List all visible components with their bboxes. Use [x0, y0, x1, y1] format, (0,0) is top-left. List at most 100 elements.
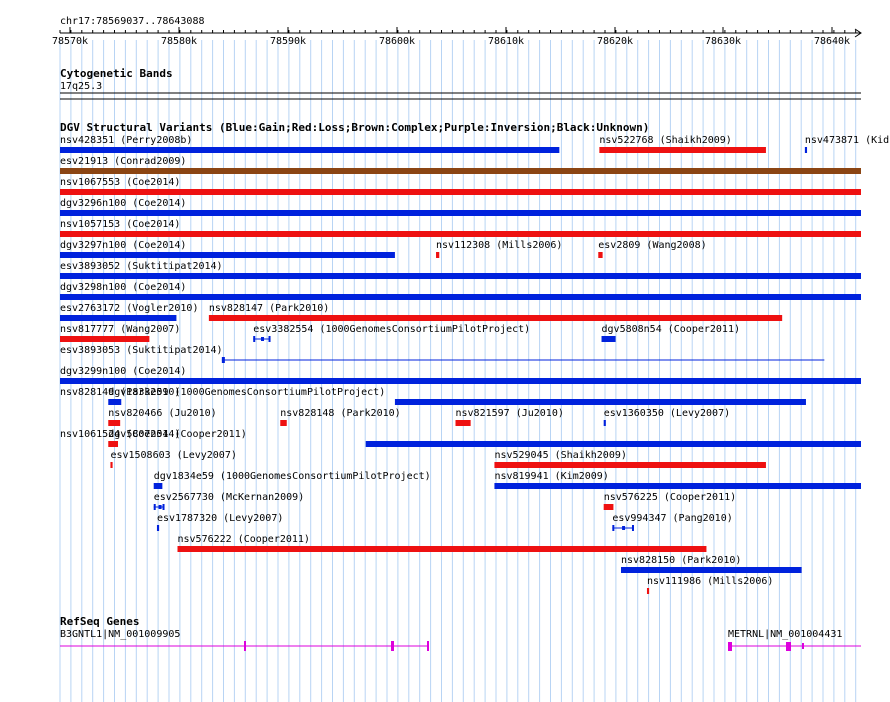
dgv-feature-label[interactable]: nsv820466 (Ju2010) [108, 408, 216, 419]
dgv-feature-bar[interactable] [280, 420, 287, 426]
dgv-feature-label[interactable]: nsv828150 (Park2010) [621, 555, 741, 566]
dgv-feature-bar[interactable] [603, 504, 614, 510]
dgv-feature-label[interactable]: dgv1834e59 (1000GenomesConsortiumPilotPr… [154, 471, 431, 482]
dgv-feature[interactable]: esv2809 (Wang2008) [598, 240, 707, 258]
dgv-feature-bar[interactable] [60, 315, 177, 321]
dgv-feature-bar[interactable] [108, 399, 122, 405]
dgv-feature-bar[interactable] [153, 504, 156, 510]
dgv-feature-bar[interactable] [494, 483, 861, 489]
dgv-feature-bar[interactable] [60, 294, 861, 300]
dgv-feature-label[interactable]: dgv5808n54 (Cooper2011) [602, 324, 740, 335]
dgv-feature-bar[interactable] [261, 337, 265, 341]
dgv-feature-bar[interactable] [599, 147, 766, 153]
dgv-feature-label[interactable]: esv1508603 (Levy2007) [110, 450, 236, 461]
dgv-feature-bar[interactable] [60, 168, 861, 174]
dgv-feature[interactable]: nsv817777 (Wang2007) [60, 324, 180, 342]
dgv-feature[interactable]: nsv828149 (Park2010) [60, 387, 806, 405]
dgv-feature-bar[interactable] [268, 336, 271, 342]
dgv-feature[interactable]: esv3893053 (Suktitipat2014) [60, 345, 825, 363]
dgv-feature[interactable]: nsv820466 (Ju2010) [108, 408, 217, 426]
dgv-feature-bar[interactable] [60, 189, 861, 195]
dgv-feature-bar[interactable] [156, 525, 160, 531]
dgv-feature-bar[interactable] [365, 441, 861, 447]
dgv-feature[interactable]: dgv1834e59 (1000GenomesConsortiumPilotPr… [153, 471, 431, 489]
dgv-feature-label[interactable]: nsv821597 (Ju2010) [455, 408, 563, 419]
dgv-feature[interactable]: nsv428351 (Perry2008b) [60, 135, 560, 153]
dgv-feature[interactable]: nsv522768 (Shaikh2009) [599, 135, 766, 153]
dgv-feature[interactable]: nsv828148 (Park2010) [280, 408, 401, 426]
dgv-feature-label[interactable]: nsv112308 (Mills2006) [436, 240, 562, 251]
dgv-feature-bar[interactable] [436, 252, 440, 258]
dgv-feature-label[interactable]: nsv828148 (Park2010) [280, 408, 400, 419]
dgv-feature[interactable]: nsv1067553 (Coe2014) [60, 177, 861, 195]
dgv-feature-label[interactable]: esv3893052 (Suktitipat2014) [60, 261, 223, 272]
dgv-feature-label[interactable]: nsv576222 (Cooper2011) [178, 534, 310, 545]
dgv-feature[interactable]: esv994347 (Pang2010) [612, 513, 733, 531]
dgv-feature-label[interactable]: esv994347 (Pang2010) [612, 513, 732, 524]
dgv-feature[interactable]: esv1787320 (Levy2007) [156, 513, 283, 531]
dgv-feature[interactable]: nsv821597 (Ju2010) [455, 408, 564, 426]
dgv-feature-bar[interactable] [60, 336, 150, 342]
dgv-feature[interactable]: esv2763172 (Vogler2010) [60, 303, 198, 321]
dgv-feature-bar[interactable] [631, 525, 634, 531]
dgv-feature-bar[interactable] [253, 336, 256, 342]
dgv-feature-label[interactable]: nsv111986 (Mills2006) [647, 576, 773, 587]
dgv-feature-bar[interactable] [646, 588, 650, 594]
dgv-feature[interactable]: esv1508603 (Levy2007) [110, 450, 237, 468]
dgv-feature-bar[interactable] [60, 378, 861, 384]
dgv-feature-bar[interactable] [110, 462, 113, 468]
dgv-feature-label[interactable]: dgv3298n100 (Coe2014) [60, 282, 186, 293]
dgv-feature-label[interactable]: dgv3299n100 (Coe2014) [60, 366, 186, 377]
dgv-feature-label[interactable]: dgv3297n100 (Coe2014) [60, 240, 186, 251]
dgv-feature[interactable]: esv3893052 (Suktitipat2014) [60, 261, 861, 279]
dgv-feature-label[interactable]: nsv1067553 (Coe2014) [60, 177, 180, 188]
dgv-feature-label[interactable]: esv2809 (Wang2008) [598, 240, 706, 251]
dgv-feature-bar[interactable] [60, 252, 395, 258]
dgv-feature[interactable]: nsv828150 (Park2010) [620, 555, 802, 573]
dgv-feature-bar[interactable] [158, 505, 162, 509]
dgv-feature[interactable]: nsv111986 (Mills2006) [646, 576, 773, 594]
dgv-feature[interactable]: esv21913 (Conrad2009) [60, 156, 861, 174]
dgv-feature[interactable]: nsv819941 (Kim2009) [494, 471, 861, 489]
dgv-feature-label[interactable]: nsv576225 (Cooper2011) [604, 492, 736, 503]
dgv-feature-label[interactable]: esv1787320 (Levy2007) [157, 513, 283, 524]
gene-model-metrnl[interactable] [728, 642, 861, 651]
dgv-feature-label[interactable]: esv3893053 (Suktitipat2014) [60, 345, 223, 356]
dgv-feature-label[interactable]: esv2567730 (McKernan2009) [154, 492, 305, 503]
dgv-feature[interactable]: dgv3298n100 (Coe2014) [60, 282, 861, 300]
dgv-feature-bar[interactable] [162, 504, 165, 510]
dgv-feature-label[interactable]: nsv428351 (Perry2008b) [60, 135, 192, 146]
dgv-feature-label[interactable]: nsv529045 (Shaikh2009) [494, 450, 626, 461]
dgv-feature-label[interactable]: dgv3296n100 (Coe2014) [60, 198, 186, 209]
dgv-feature-bar[interactable] [60, 147, 560, 153]
dgv-feature[interactable]: dgv3297n100 (Coe2014) [60, 240, 395, 258]
dgv-feature[interactable]: dgv3299n100 (Coe2014) [60, 366, 861, 384]
dgv-feature-bar[interactable] [177, 546, 707, 552]
dgv-feature-bar[interactable] [603, 420, 606, 426]
dgv-feature-label[interactable]: nsv819941 (Kim2009) [494, 471, 608, 482]
dgv-feature-bar[interactable] [620, 567, 802, 573]
dgv-feature-label[interactable]: nsv828149 (Park2010) [60, 387, 180, 398]
dgv-feature-bar[interactable] [208, 315, 783, 321]
dgv-feature[interactable]: dgv3296n100 (Coe2014) [60, 198, 861, 216]
dgv-feature-bar[interactable] [804, 147, 808, 153]
dgv-feature-bar[interactable] [60, 231, 861, 237]
gene-label-metrnl[interactable]: METRNL|NM_001004431 [728, 629, 842, 640]
dgv-feature-label[interactable]: nsv1057153 (Coe2014) [60, 219, 180, 230]
dgv-feature-bar[interactable] [598, 252, 603, 258]
gene-label-b3gntl1[interactable]: B3GNTL1|NM_001009905 [60, 629, 180, 640]
dgv-feature-bar[interactable] [394, 399, 806, 405]
dgv-feature-bar[interactable] [494, 462, 766, 468]
genome-browser-canvas[interactable]: chr17:78569037..78643088 78570k 78580k 785… [0, 0, 890, 702]
dgv-feature[interactable]: esv1360350 (Levy2007) [603, 408, 730, 426]
dgv-feature-bar[interactable] [108, 420, 121, 426]
dgv-feature-bar[interactable] [153, 483, 163, 489]
gene-model-b3gntl1[interactable] [60, 641, 429, 651]
dgv-feature-label[interactable]: nsv1061524 (Coe2014) [60, 429, 180, 440]
dgv-feature-label[interactable]: esv1360350 (Levy2007) [604, 408, 730, 419]
dgv-feature-bar[interactable] [60, 273, 861, 279]
dgv-feature-label[interactable]: nsv817777 (Wang2007) [60, 324, 180, 335]
dgv-feature-label[interactable]: esv21913 (Conrad2009) [60, 156, 186, 167]
dgv-feature[interactable]: esv3382554 (1000GenomesConsortiumPilotPr… [253, 324, 530, 342]
dgv-feature-bar[interactable] [601, 336, 616, 342]
